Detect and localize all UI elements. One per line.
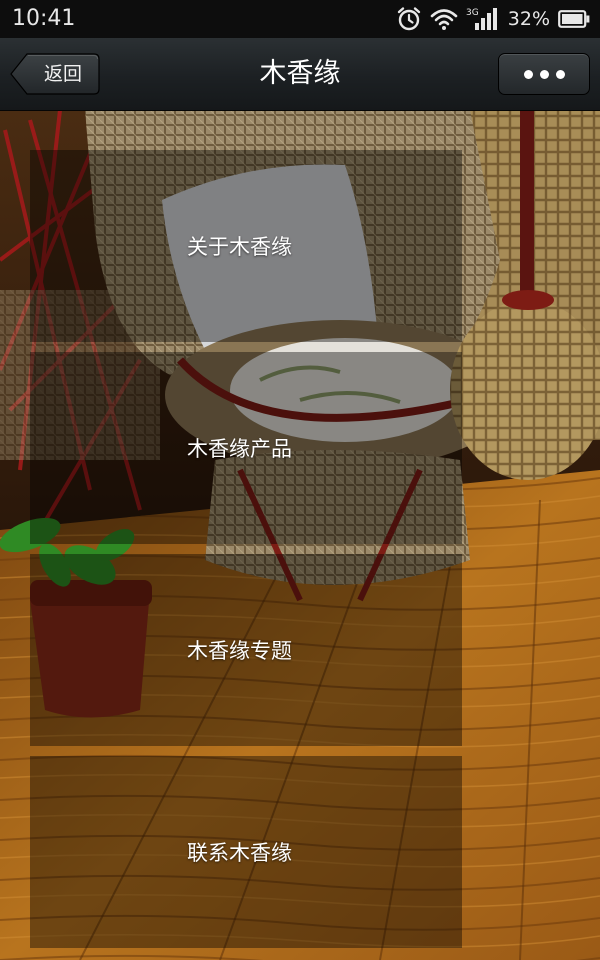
menu-item-products[interactable]: 木香缘产品 [30,352,462,544]
network-type: 3G [466,8,479,18]
status-bar: 10:41 3G 32% [0,0,600,38]
menu-item-label: 联系木香缘 [187,841,292,865]
battery-icon [558,9,590,29]
more-dots-icon [555,69,565,79]
status-icons: 3G 32% [396,0,590,38]
menu-item-contact[interactable]: 联系木香缘 [30,756,462,948]
menu-item-about[interactable]: 关于木香缘 [30,150,462,342]
alarm-icon [396,6,422,32]
nav-bar: 返回 木香缘 [0,38,600,111]
menu-item-label: 木香缘专题 [187,639,292,663]
menu-item-label: 关于木香缘 [187,235,292,259]
main-menu: 关于木香缘 木香缘产品 木香缘专题 联系木香缘 [30,150,462,948]
wifi-icon [430,7,458,31]
battery-percent: 32% [507,8,550,30]
status-time: 10:41 [12,6,76,31]
page-title: 木香缘 [259,58,341,89]
more-dots-icon [523,69,533,79]
back-label: 返回 [43,63,82,85]
menu-item-label: 木香缘产品 [187,437,292,461]
signal-icon: 3G [466,6,500,32]
more-dots-icon [539,69,549,79]
back-button[interactable]: 返回 [10,53,100,95]
more-button[interactable] [498,53,590,95]
menu-item-topics[interactable]: 木香缘专题 [30,554,462,746]
